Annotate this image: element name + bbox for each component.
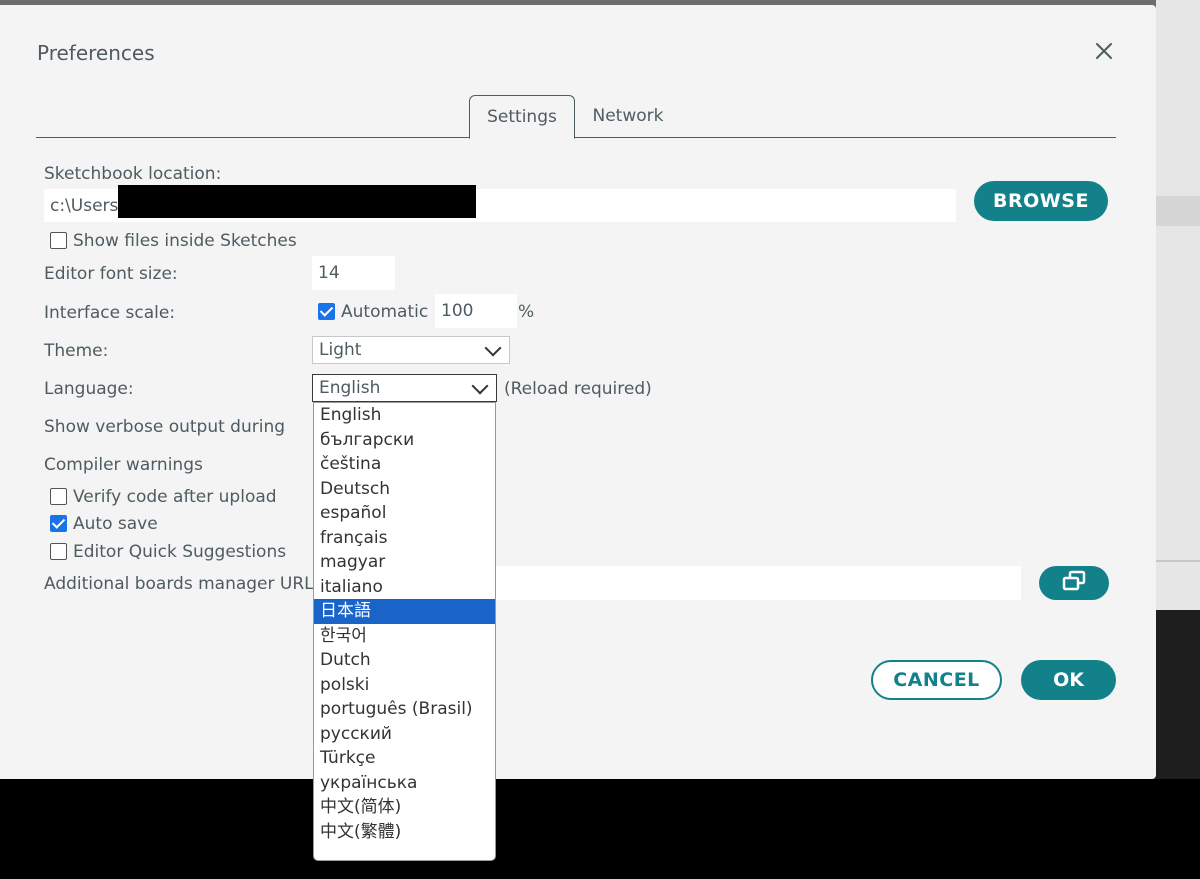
background-editor-divider bbox=[1156, 560, 1200, 562]
background-editor-panel bbox=[1156, 0, 1200, 610]
automatic-scale-checkbox[interactable] bbox=[318, 303, 335, 320]
quick-suggestions-checkbox[interactable] bbox=[50, 543, 67, 560]
editor-font-size-input[interactable]: 14 bbox=[312, 256, 395, 290]
automatic-scale-label: Automatic bbox=[341, 302, 429, 322]
chevron-down-icon bbox=[471, 377, 489, 394]
verify-code-label: Verify code after upload bbox=[73, 487, 277, 507]
reload-required-note: (Reload required) bbox=[504, 379, 652, 399]
language-option[interactable]: español bbox=[314, 501, 495, 526]
interface-scale-value: 100 bbox=[441, 301, 474, 321]
theme-value: Light bbox=[319, 340, 362, 360]
verify-code-checkbox[interactable] bbox=[50, 488, 67, 505]
language-option[interactable]: 中文(繁體) bbox=[314, 820, 495, 845]
language-option[interactable]: русский bbox=[314, 722, 495, 747]
language-option[interactable]: English bbox=[314, 403, 495, 428]
language-value: English bbox=[319, 378, 381, 398]
cancel-button[interactable]: CANCEL bbox=[871, 660, 1002, 700]
language-option[interactable]: português (Brasil) bbox=[314, 697, 495, 722]
sketchbook-location-value: c:\Users\ bbox=[50, 195, 125, 216]
close-icon[interactable] bbox=[1092, 39, 1116, 63]
boards-urls-edit-button[interactable] bbox=[1039, 566, 1109, 600]
boards-urls-label: Additional boards manager URLs bbox=[44, 574, 323, 594]
background-console bbox=[0, 779, 1200, 879]
language-option[interactable]: 한국어 bbox=[314, 624, 495, 649]
language-option[interactable]: magyar bbox=[314, 550, 495, 575]
background-editor-strip bbox=[1156, 196, 1200, 226]
show-files-label: Show files inside Sketches bbox=[73, 231, 297, 251]
interface-scale-input[interactable]: 100 bbox=[435, 294, 517, 328]
language-select[interactable]: English bbox=[312, 374, 497, 402]
verbose-output-label: Show verbose output during bbox=[44, 417, 286, 437]
language-option[interactable]: Deutsch bbox=[314, 477, 495, 502]
theme-select[interactable]: Light bbox=[312, 336, 510, 364]
browse-button[interactable]: BROWSE bbox=[974, 181, 1108, 221]
editor-font-size-value: 14 bbox=[318, 263, 340, 283]
chevron-down-icon bbox=[484, 339, 502, 356]
language-dropdown-list: English български čeština Deutsch español fra… bbox=[313, 402, 496, 861]
language-option[interactable]: 中文(简体) bbox=[314, 795, 495, 820]
language-label: Language: bbox=[44, 379, 134, 399]
language-option[interactable]: italiano bbox=[314, 575, 495, 600]
ok-button[interactable]: OK bbox=[1021, 660, 1116, 700]
language-option[interactable]: 日本語 bbox=[314, 599, 495, 624]
tab-settings[interactable]: Settings bbox=[469, 95, 575, 139]
window-expand-icon bbox=[1061, 570, 1087, 596]
show-files-checkbox[interactable] bbox=[50, 232, 67, 249]
compiler-warnings-label: Compiler warnings bbox=[44, 455, 203, 475]
language-option[interactable]: polski bbox=[314, 673, 495, 698]
boards-urls-input[interactable] bbox=[496, 566, 1021, 600]
sketchbook-location-label: Sketchbook location: bbox=[44, 164, 222, 184]
auto-save-label: Auto save bbox=[73, 514, 158, 534]
scale-unit: % bbox=[518, 302, 535, 322]
interface-scale-label: Interface scale: bbox=[44, 303, 176, 323]
auto-save-checkbox[interactable] bbox=[50, 515, 67, 532]
language-option[interactable]: українська bbox=[314, 771, 495, 796]
language-option[interactable]: français bbox=[314, 526, 495, 551]
quick-suggestions-label: Editor Quick Suggestions bbox=[73, 542, 287, 562]
language-option[interactable]: Dutch bbox=[314, 648, 495, 673]
language-option[interactable]: български bbox=[314, 428, 495, 453]
language-option[interactable]: čeština bbox=[314, 452, 495, 477]
language-option[interactable]: Türkçe bbox=[314, 746, 495, 771]
tabs-divider bbox=[36, 137, 1116, 138]
tab-network[interactable]: Network bbox=[580, 95, 676, 137]
theme-label: Theme: bbox=[44, 341, 109, 361]
editor-font-size-label: Editor font size: bbox=[44, 264, 178, 284]
dialog-title: Preferences bbox=[37, 41, 155, 65]
redacted-path bbox=[118, 185, 476, 218]
